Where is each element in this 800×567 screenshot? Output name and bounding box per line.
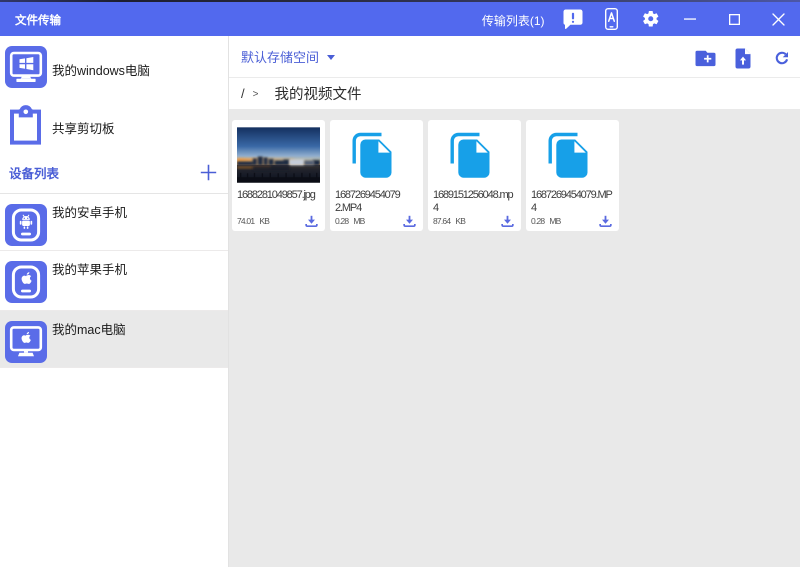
mac-computer-icon: [5, 321, 47, 363]
file-size: 0.28 MB: [531, 215, 561, 226]
download-icon[interactable]: [403, 215, 416, 228]
file-copy-icon: [335, 127, 418, 188]
file-name: 1688281049857.jpg: [237, 189, 316, 201]
file-meta-row: 87.64 KB: [433, 215, 514, 228]
title-bar: 文件传输 传输列表(1): [0, 0, 800, 36]
gear-icon[interactable]: [641, 9, 661, 29]
file-meta-row: 74.01 KB: [237, 215, 318, 228]
file-name: 1687269454079.MP4: [531, 189, 613, 214]
storage-toolbar: 默认存储空间: [229, 36, 800, 78]
minimize-icon[interactable]: [684, 13, 696, 25]
apple-phone-icon: [5, 261, 47, 303]
file-area: 1688281049857.jpg 74.01 KB 1687269454079…: [229, 109, 800, 567]
file-card[interactable]: 1689151256048.mp4 87.64 KB: [428, 120, 521, 231]
chevron-down-icon: [327, 55, 336, 60]
file-name: 1687269454079 2.MP4: [335, 189, 401, 214]
breadcrumb: / > 我的视频文件: [229, 78, 800, 109]
new-folder-icon[interactable]: [695, 50, 716, 67]
sidebar-item-label: 我的windows电脑: [52, 64, 150, 78]
sidebar-item-label: 共享剪切板: [52, 122, 115, 136]
sidebar-item-label: 我的苹果手机: [52, 263, 128, 277]
file-grid: 1688281049857.jpg 74.01 KB 1687269454079…: [232, 120, 800, 231]
image-thumbnail: [237, 127, 320, 188]
main-panel: 默认存储空间 / > 我的视频文件 1688281049857.jpg 74.0…: [229, 36, 800, 567]
file-meta-row: 0.28 MB: [335, 215, 416, 228]
download-icon[interactable]: [501, 215, 514, 228]
sidebar-item-mac-computer[interactable]: 我的mac电脑: [0, 311, 228, 368]
sidebar-item-label: 我的安卓手机: [52, 206, 128, 220]
download-icon[interactable]: [599, 215, 612, 228]
breadcrumb-current: 我的视频文件: [274, 87, 362, 103]
sidebar-item-apple-phone[interactable]: 我的苹果手机: [0, 251, 228, 311]
storage-space-label: 默认存储空间: [241, 50, 320, 65]
file-name: 1689151256048.mp4: [433, 189, 514, 214]
titlebar-right-cluster: 传输列表(1): [482, 2, 800, 36]
toolbar-actions: [695, 47, 791, 69]
file-meta-row: 0.28 MB: [531, 215, 612, 228]
phone-app-icon[interactable]: [604, 8, 618, 30]
sidebar: 我的windows电脑 共享剪切板 设备列表 +: [0, 36, 229, 567]
window-body: 我的windows电脑 共享剪切板 设备列表 +: [0, 36, 800, 567]
app-window: 文件传输 传输列表(1) 我的windows电脑 共享剪切板 设备列表 我的安卓…: [0, 0, 800, 567]
sidebar-item-windows-computer[interactable]: 我的windows电脑: [0, 36, 228, 94]
sidebar-item-android-phone[interactable]: 我的安卓手机: [0, 194, 228, 251]
file-size: 74.01 KB: [237, 215, 270, 226]
download-icon[interactable]: [305, 215, 318, 228]
clipboard-icon: [5, 104, 47, 146]
sidebar-item-shared-clipboard[interactable]: 共享剪切板: [0, 94, 228, 152]
transfer-list-button[interactable]: 传输列表(1): [482, 10, 545, 29]
feedback-bubble-icon[interactable]: [562, 9, 583, 30]
breadcrumb-root[interactable]: /: [241, 86, 245, 101]
upload-file-icon[interactable]: [735, 48, 751, 69]
device-list-header: 设备列表 +: [0, 152, 228, 194]
file-copy-icon: [531, 127, 614, 188]
file-copy-icon: [433, 127, 516, 188]
app-title: 文件传输: [15, 14, 61, 27]
file-size: 0.28 MB: [335, 215, 365, 226]
file-card[interactable]: 1687269454079.MP4 0.28 MB: [526, 120, 619, 231]
sidebar-item-label: 我的mac电脑: [52, 323, 126, 337]
file-card[interactable]: 1688281049857.jpg 74.01 KB: [232, 120, 325, 231]
device-list-title: 设备列表: [9, 167, 60, 181]
refresh-icon[interactable]: [773, 49, 791, 67]
windows-computer-icon: [5, 46, 47, 88]
add-device-button[interactable]: +: [200, 164, 217, 181]
storage-space-dropdown[interactable]: 默认存储空间: [241, 47, 336, 66]
android-phone-icon: [5, 204, 47, 246]
maximize-icon[interactable]: [729, 13, 740, 25]
file-size: 87.64 KB: [433, 215, 466, 226]
breadcrumb-separator: >: [252, 88, 259, 100]
close-icon[interactable]: [772, 12, 785, 26]
file-card[interactable]: 1687269454079 2.MP4 0.28 MB: [330, 120, 423, 231]
